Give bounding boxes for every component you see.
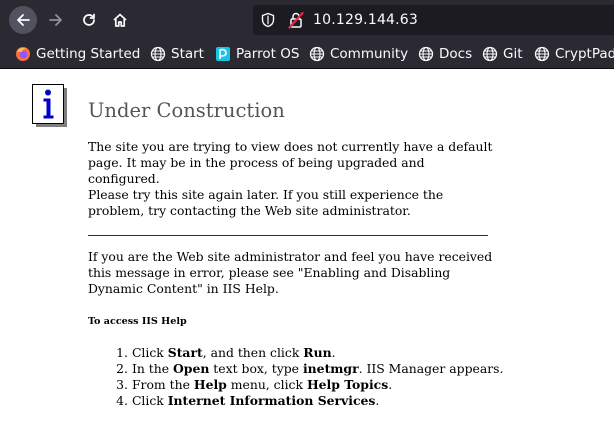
bookmark-label: Parrot OS [236, 46, 300, 62]
bookmark-label: Start [171, 46, 204, 62]
browser-toolbar: 10.129.144.63 [0, 0, 614, 40]
bookmark-community[interactable]: Community [309, 40, 408, 68]
list-item: 3. From the Help menu, click Help Topics… [116, 377, 393, 392]
arrow-right-icon [49, 14, 62, 26]
bookmark-start[interactable]: Start [150, 40, 204, 68]
info-icon [32, 84, 67, 127]
bookmark-label: Community [330, 46, 409, 62]
page-content: Under Construction The site you are tryi… [0, 69, 614, 429]
list-item: 1. Click Start, and then click Run. [116, 345, 336, 360]
forward-button[interactable] [42, 6, 70, 34]
parrot-icon [215, 46, 231, 62]
home-icon [113, 13, 127, 27]
help-steps-list: 1. Click Start, and then click Run. 2. I… [88, 345, 503, 409]
globe-icon [150, 46, 166, 62]
page-title: Under Construction [88, 99, 285, 122]
paragraph-try-again: Please try this site again later. If you… [88, 187, 444, 218]
shield-icon[interactable] [260, 12, 276, 28]
back-button[interactable] [9, 6, 37, 34]
list-item: 4. Click Internet Information Services. [116, 393, 380, 408]
globe-icon [418, 46, 434, 62]
home-button[interactable] [106, 6, 134, 34]
bookmark-label: CryptPad [555, 46, 614, 62]
bookmark-git[interactable]: Git [482, 40, 523, 68]
bookmark-label: Getting Started [36, 46, 141, 62]
globe-icon [534, 46, 550, 62]
firefox-icon [15, 46, 31, 62]
url-text[interactable]: 10.129.144.63 [313, 11, 418, 29]
arrow-left-icon [17, 14, 30, 26]
bookmarks-bar: Getting Started Start Parrot OS Communit… [0, 40, 614, 68]
paragraph-default-page: The site you are trying to view does not… [88, 139, 493, 186]
bookmark-docs[interactable]: Docs [418, 40, 472, 68]
globe-icon [482, 46, 498, 62]
help-heading: To access IIS Help [88, 316, 187, 327]
bookmark-label: Docs [439, 46, 473, 62]
bookmark-label: Git [503, 46, 523, 62]
bookmark-parrot-os[interactable]: Parrot OS [215, 40, 299, 68]
address-bar[interactable]: 10.129.144.63 [253, 5, 614, 35]
horizontal-rule [88, 235, 488, 236]
bookmark-getting-started[interactable]: Getting Started [15, 40, 140, 68]
list-item: 2. In the Open text box, type inetmgr. I… [116, 361, 504, 376]
bookmark-cryptpad[interactable]: CryptPad [534, 40, 614, 68]
reload-button[interactable] [75, 6, 103, 34]
reload-icon [83, 13, 95, 26]
paragraph-admin-note: If you are the Web site administrator an… [88, 249, 493, 296]
insecure-lock-icon[interactable] [287, 11, 305, 29]
globe-icon [309, 46, 325, 62]
